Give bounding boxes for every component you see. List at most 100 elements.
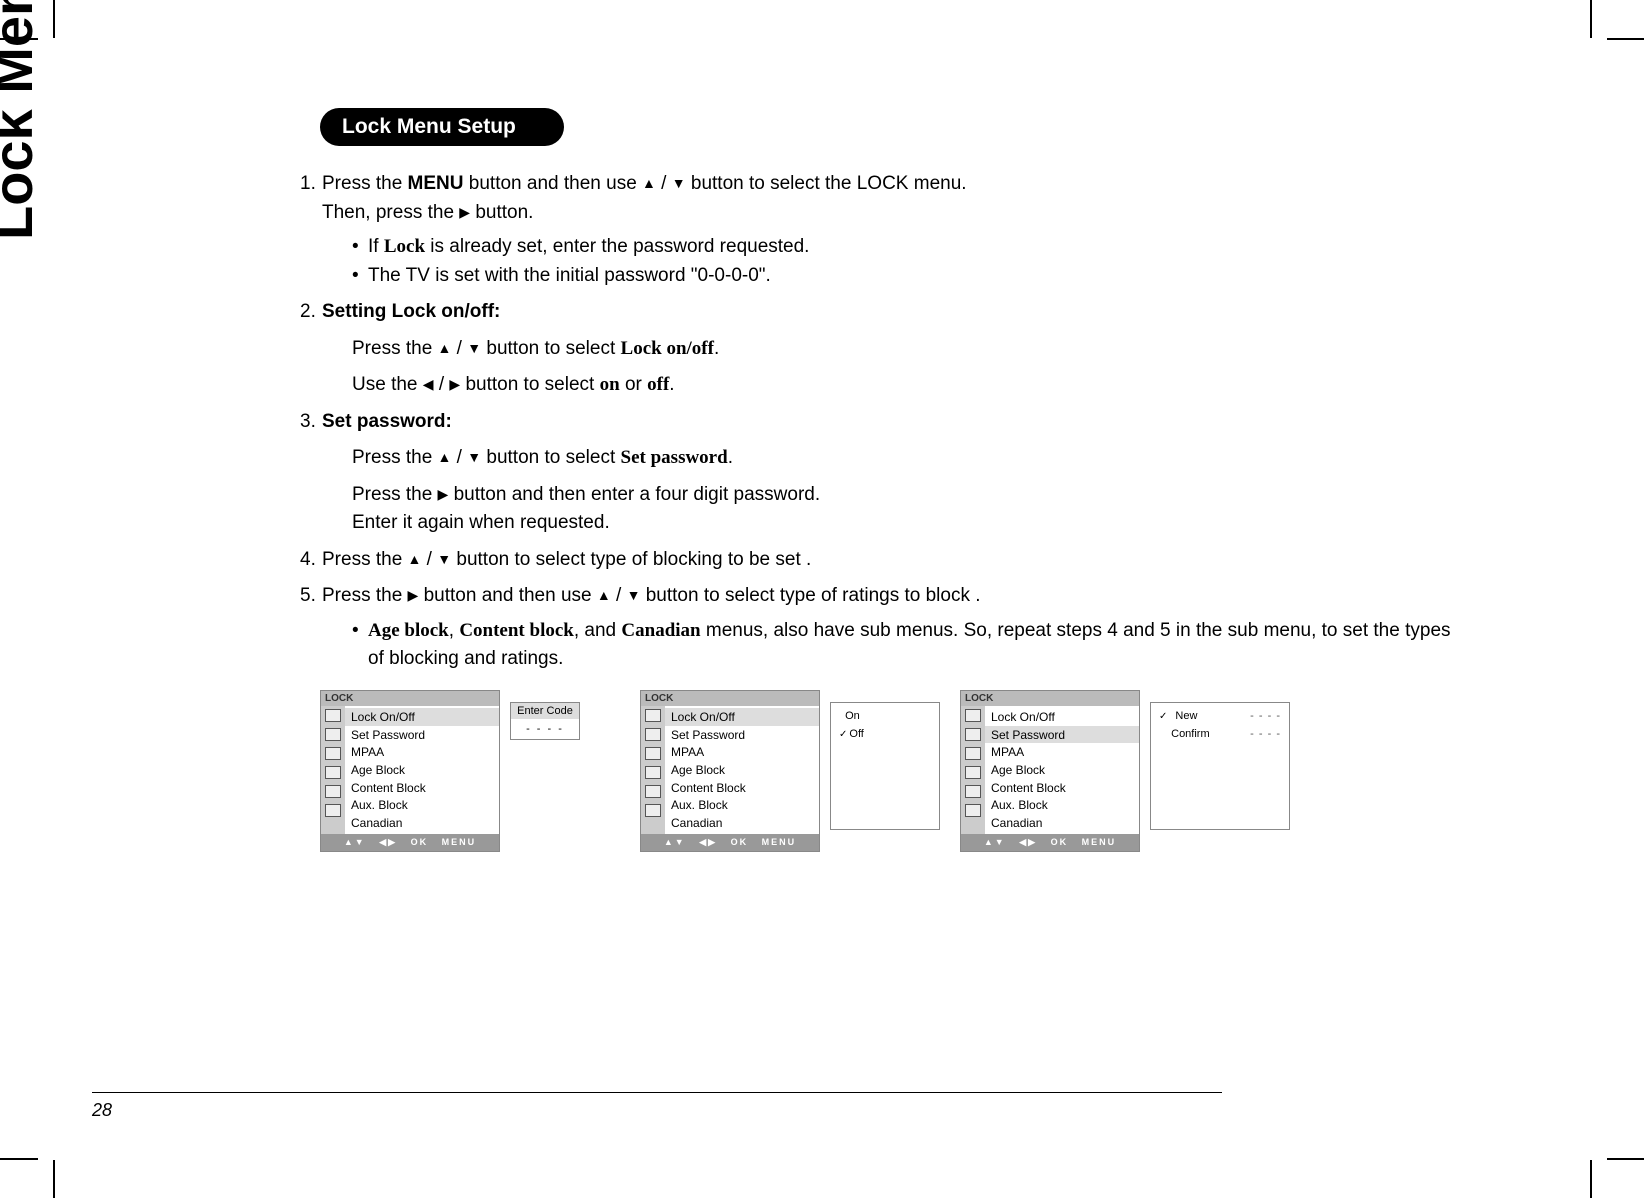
heading-pill: Lock Menu Setup xyxy=(320,108,564,146)
right-triangle-icon: ▶ xyxy=(408,585,419,606)
clock-icon xyxy=(645,766,661,779)
crop-mark xyxy=(53,0,55,38)
osd-item: Set Password xyxy=(671,726,813,744)
password-confirm-row: Confirm- - - - xyxy=(1159,725,1281,743)
down-triangle-icon: ▼ xyxy=(672,173,686,194)
age-block-bold: Age block xyxy=(368,620,449,641)
antenna-icon xyxy=(965,747,981,760)
footer-leftright-icon: ◀▶ xyxy=(699,837,717,847)
osd-item-column: Lock On/Off Set Password MPAA Age Block … xyxy=(665,706,819,834)
lock-onoff-bold: Lock on/off xyxy=(621,338,714,359)
footer-ok: OK xyxy=(731,837,749,847)
step-3-lines: Press the ▲ / ▼ button to select Set pas… xyxy=(352,444,1460,538)
osd-icon-column xyxy=(961,706,985,834)
step-5-bullets: Age block, Content block, and Canadian m… xyxy=(352,617,1460,674)
osd-item: Content Block xyxy=(671,779,813,797)
option-off: Off xyxy=(839,725,931,743)
speaker-icon xyxy=(325,728,341,741)
osd-title: LOCK xyxy=(961,691,1139,706)
footer-leftright-icon: ◀▶ xyxy=(1019,837,1037,847)
up-triangle-icon: ▲ xyxy=(438,338,452,359)
option-on: On xyxy=(839,707,931,725)
speaker-icon xyxy=(645,728,661,741)
osd-screen-2: LOCK Lock On/Off Set Password MPAA Age B… xyxy=(640,690,920,852)
crop-mark xyxy=(0,1158,38,1160)
osd-menu-box: LOCK Lock On/Off Set Password MPAA Age B… xyxy=(320,690,500,852)
text: Then, press the xyxy=(322,202,459,223)
up-triangle-icon: ▲ xyxy=(597,585,611,606)
step-number: 4. xyxy=(300,546,322,575)
lock-icon xyxy=(645,804,661,817)
step-1-bullets: If Lock is already set, enter the passwo… xyxy=(352,233,1460,290)
osd-icon-column xyxy=(641,706,665,834)
down-triangle-icon: ▼ xyxy=(437,549,451,570)
osd-item: MPAA xyxy=(351,743,493,761)
crop-mark xyxy=(1590,0,1592,38)
gear-icon xyxy=(965,785,981,798)
lock-icon xyxy=(325,804,341,817)
crop-mark xyxy=(1607,38,1644,40)
osd-body: Lock On/Off Set Password MPAA Age Block … xyxy=(641,706,819,834)
osd-item: Age Block xyxy=(991,761,1133,779)
line: Press the ▶ button and then enter a four… xyxy=(352,481,1460,538)
speaker-icon xyxy=(965,728,981,741)
footer-menu: MENU xyxy=(762,837,797,847)
osd-title: LOCK xyxy=(321,691,499,706)
step-body: Press the ▲ / ▼ button to select type of… xyxy=(322,546,1460,575)
footer-menu: MENU xyxy=(442,837,477,847)
main-content: Lock Menu Setup 1. Press the MENU button… xyxy=(300,108,1460,682)
antenna-icon xyxy=(645,747,661,760)
osd-item-column: Lock On/Off Set Password MPAA Age Block … xyxy=(985,706,1139,834)
osd-screen-1: LOCK Lock On/Off Set Password MPAA Age B… xyxy=(320,690,600,852)
line: Press the ▲ / ▼ button to select Lock on… xyxy=(352,335,1460,364)
left-triangle-icon: ◀ xyxy=(423,374,434,395)
osd-screen-3: LOCK Lock On/Off Set Password MPAA Age B… xyxy=(960,690,1300,852)
bullet-text: Age block, Content block, and Canadian m… xyxy=(368,617,1460,674)
osd-item-column: Lock On/Off Set Password MPAA Age Block … xyxy=(345,706,499,834)
osd-icon-column xyxy=(321,706,345,834)
line: Press the ▲ / ▼ button to select Set pas… xyxy=(352,444,1460,473)
bullet-dot-icon xyxy=(352,262,368,291)
osd-footer: ▲▼ ◀▶ OK MENU xyxy=(321,834,499,851)
osd-item: MPAA xyxy=(991,743,1133,761)
bullet-dot-icon xyxy=(352,617,368,674)
osd-item: Age Block xyxy=(351,761,493,779)
step-title: Set password: xyxy=(322,411,452,432)
osd-item: Lock On/Off xyxy=(345,708,499,726)
text: button. xyxy=(470,202,533,223)
step-number: 5. xyxy=(300,582,322,674)
footer-menu: MENU xyxy=(1082,837,1117,847)
crop-mark xyxy=(1607,1158,1644,1160)
enter-code-label: Enter Code xyxy=(511,703,579,719)
lock-bold: Lock xyxy=(384,236,425,257)
footer-updown-icon: ▲▼ xyxy=(344,837,366,847)
footer-updown-icon: ▲▼ xyxy=(664,837,686,847)
footer-leftright-icon: ◀▶ xyxy=(379,837,397,847)
step-body: Press the MENU button and then use ▲ / ▼… xyxy=(322,170,1460,290)
tv-icon xyxy=(325,709,341,722)
osd-item: MPAA xyxy=(671,743,813,761)
osd-item: Aux. Block xyxy=(991,797,1133,815)
bullet-text: The TV is set with the initial password … xyxy=(368,262,771,291)
bullet-text: If Lock is already set, enter the passwo… xyxy=(368,233,809,262)
crop-mark xyxy=(1590,1160,1592,1198)
step-title: Setting Lock on/off: xyxy=(322,301,500,322)
osd-item: Set Password xyxy=(985,726,1139,744)
text: button and then use xyxy=(464,173,643,194)
tv-icon xyxy=(645,709,661,722)
right-triangle-icon: ▶ xyxy=(438,484,449,505)
lock-icon xyxy=(965,804,981,817)
step-number: 2. xyxy=(300,298,322,400)
password-new-row: New- - - - xyxy=(1159,707,1281,725)
checkmark-icon xyxy=(839,728,849,740)
right-triangle-icon: ▶ xyxy=(459,202,470,223)
osd-item: Aux. Block xyxy=(671,797,813,815)
up-triangle-icon: ▲ xyxy=(642,173,656,194)
osd-screenshots: LOCK Lock On/Off Set Password MPAA Age B… xyxy=(320,690,1300,852)
bullet: Age block, Content block, and Canadian m… xyxy=(352,617,1460,674)
clock-icon xyxy=(965,766,981,779)
on-bold: on xyxy=(600,374,620,395)
osd-item: Lock On/Off xyxy=(991,708,1133,726)
osd-item: Content Block xyxy=(991,779,1133,797)
osd-menu-box: LOCK Lock On/Off Set Password MPAA Age B… xyxy=(640,690,820,852)
